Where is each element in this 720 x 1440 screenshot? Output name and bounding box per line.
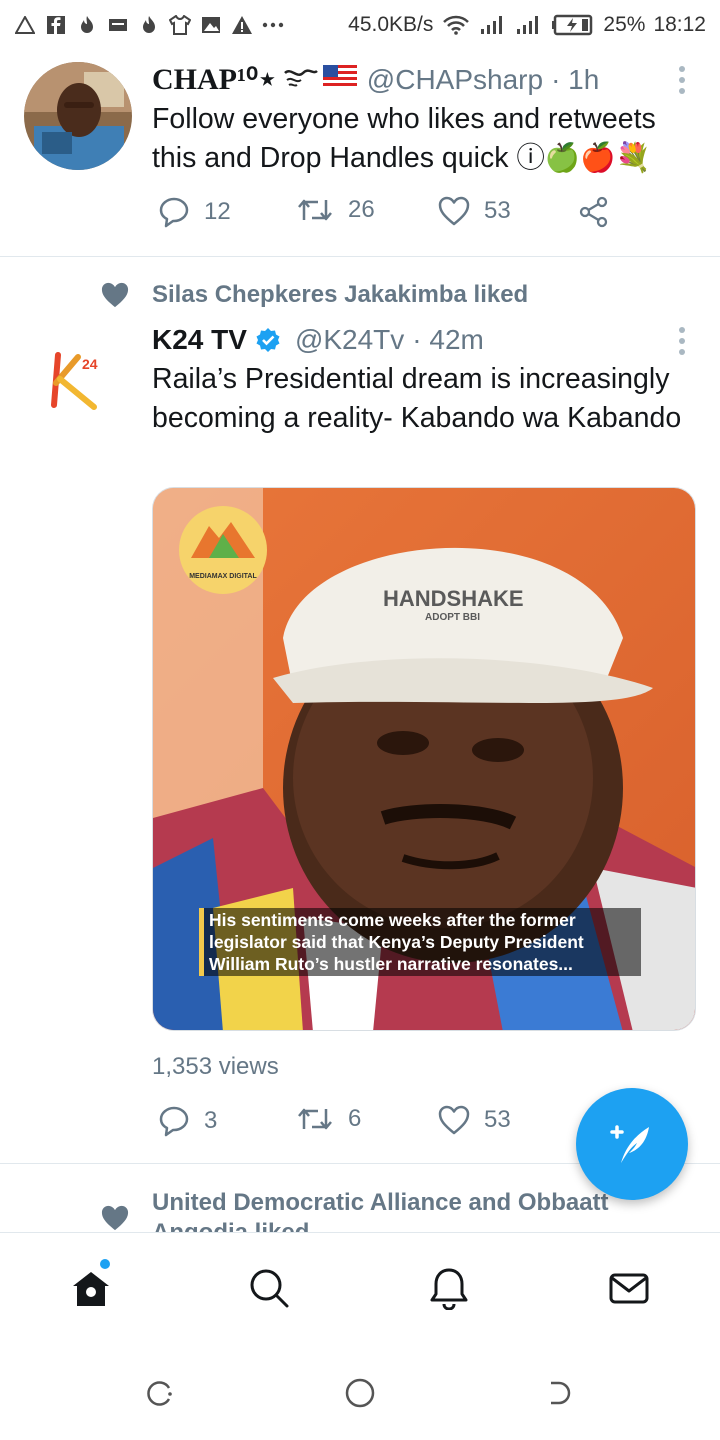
warning-icon	[231, 14, 253, 36]
timestamp: · 1h	[551, 64, 600, 95]
tweet[interactable]: Silas Chepkeres Jakakimba liked 24 K24 T…	[0, 257, 720, 1162]
reply-count: 3	[204, 1107, 218, 1134]
clock: 18:12	[653, 13, 706, 36]
signal-icon	[479, 14, 507, 36]
like-button[interactable]: 53	[438, 196, 511, 226]
more-icon	[262, 14, 284, 36]
view-count: 1,353 views	[152, 1053, 279, 1080]
retweet-button[interactable]: 6	[296, 1105, 361, 1133]
social-context: Silas Chepkeres Jakakimba liked	[100, 281, 528, 309]
battery-icon	[551, 14, 595, 36]
message-icon	[107, 14, 129, 36]
system-nav-bar	[0, 1342, 720, 1440]
shirt-icon	[169, 14, 191, 36]
retweet-icon	[298, 1108, 332, 1130]
avatar[interactable]: 24	[24, 327, 132, 435]
social-context	[100, 1204, 130, 1232]
reply-icon	[159, 1106, 189, 1137]
avatar[interactable]	[24, 62, 132, 170]
tweet-actions: 3 6 53	[152, 1105, 632, 1145]
tweet[interactable]: CHAP¹⁰⋆ @CHAPsharp · 1h Follow everyone …	[0, 50, 720, 256]
tweet-actions: 12 26 53	[152, 196, 632, 236]
notification-icons	[14, 14, 284, 36]
tweet-text: Follow everyone who likes and retweets t…	[152, 103, 656, 174]
wifi-icon	[441, 14, 471, 36]
cap-text: HANDSHAKE	[383, 586, 524, 611]
notification-dot	[100, 1259, 110, 1269]
heart-icon	[438, 196, 470, 226]
bottom-nav	[0, 1232, 720, 1342]
reply-count: 12	[204, 198, 231, 225]
tweet-header: CHAP¹⁰⋆ @CHAPsharp · 1h	[152, 62, 599, 97]
retweet-button[interactable]: 26	[296, 196, 375, 224]
recent-apps-icon	[147, 1381, 172, 1406]
search-icon	[250, 1269, 289, 1308]
like-count: 53	[484, 197, 511, 224]
tweet-header: K24 TV @K24Tv · 42m	[152, 323, 484, 356]
social-context-text[interactable]: United Democratic Alliance and Obbaatt A…	[152, 1188, 642, 1232]
net-speed: 45.0KB/s	[348, 13, 434, 36]
social-context-text[interactable]: Silas Chepkeres Jakakimba liked	[152, 281, 528, 309]
nav-search[interactable]	[244, 1263, 294, 1313]
back-icon	[551, 1381, 571, 1405]
home-icon	[73, 1272, 109, 1306]
bell-icon	[430, 1268, 468, 1310]
home-circle-icon	[345, 1378, 375, 1408]
reply-button[interactable]: 12	[158, 196, 231, 228]
heart-filled-icon	[101, 282, 129, 308]
heart-filled-icon	[101, 1205, 129, 1231]
signal-icon	[515, 14, 543, 36]
home-button[interactable]	[343, 1376, 377, 1410]
compose-feather-icon	[610, 1125, 649, 1163]
compose-tweet-button[interactable]	[576, 1088, 688, 1200]
recent-apps-button[interactable]	[143, 1376, 177, 1410]
cap-subtext: ADOPT BBI	[425, 612, 480, 623]
nav-notifications[interactable]	[424, 1263, 474, 1313]
heart-icon	[438, 1105, 470, 1135]
flame-icon	[138, 14, 160, 36]
more-options-icon[interactable]	[678, 66, 686, 94]
gallery-icon	[200, 14, 222, 36]
back-button[interactable]	[543, 1376, 577, 1410]
svg-text:24: 24	[82, 356, 98, 372]
mail-icon	[609, 1273, 649, 1304]
facebook-icon	[45, 14, 67, 36]
handle[interactable]: @CHAPsharp	[367, 64, 543, 96]
retweet-count: 26	[348, 196, 375, 223]
us-flag-icon	[322, 64, 357, 96]
battery-percent: 25%	[603, 13, 646, 36]
share-icon	[579, 196, 608, 228]
timestamp: · 42m	[412, 324, 484, 355]
share-button[interactable]	[578, 196, 610, 228]
tweet-image[interactable]: HANDSHAKE ADOPT BBI MEDIAMAX DIGITAL His…	[152, 487, 696, 1031]
reply-icon	[159, 197, 189, 228]
display-name[interactable]: CHAP¹⁰⋆	[152, 62, 277, 97]
like-button[interactable]: 53	[438, 1105, 511, 1135]
wave-icon	[283, 64, 319, 96]
status-bar: 45.0KB/s 25% 18:12	[0, 0, 720, 50]
verified-badge-icon	[255, 327, 281, 360]
status-right: 45.0KB/s 25% 18:12	[348, 13, 706, 37]
media-logo-text: MEDIAMAX DIGITAL	[189, 573, 257, 580]
nav-home[interactable]	[66, 1259, 116, 1313]
tweet-text: Raila’s Presidential dream is increasing…	[152, 363, 682, 434]
more-options-icon[interactable]	[678, 327, 686, 355]
retweet-icon	[298, 199, 332, 221]
reply-button[interactable]: 3	[158, 1105, 217, 1137]
like-count: 53	[484, 1106, 511, 1133]
display-name[interactable]: K24 TV	[152, 324, 247, 356]
flame-icon	[76, 14, 98, 36]
retweet-count: 6	[348, 1105, 362, 1132]
nav-messages[interactable]	[604, 1263, 654, 1313]
warning-outline-icon	[14, 14, 36, 36]
handle[interactable]: @K24Tv	[295, 324, 404, 356]
image-caption: His sentiments come weeks after the form…	[209, 910, 584, 974]
